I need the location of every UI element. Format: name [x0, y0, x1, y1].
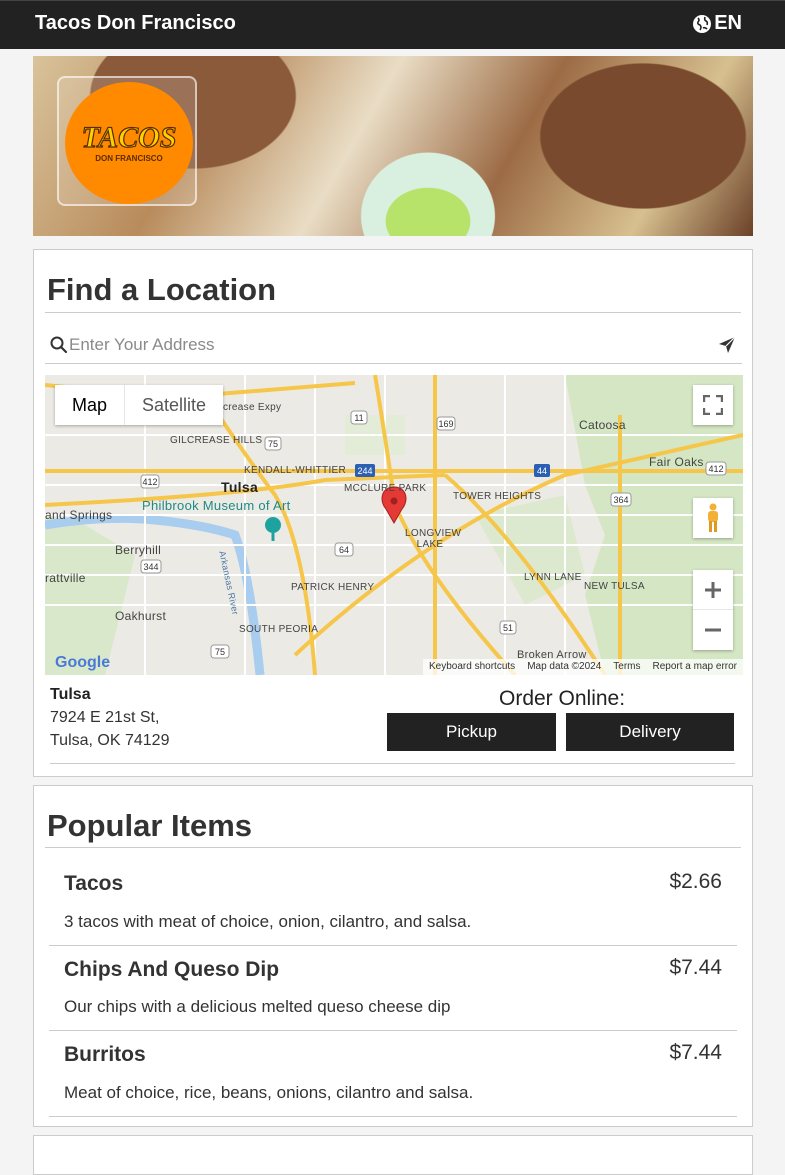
location-map[interactable]: 11 169 75 412 244 44 412 364 64 344 51 7… [45, 375, 743, 675]
top-navbar: Tacos Don Francisco EN [0, 0, 785, 49]
divider [50, 763, 735, 764]
language-selector[interactable]: EN [692, 12, 742, 35]
terms-link[interactable]: Terms [613, 661, 640, 673]
svg-text:412: 412 [142, 477, 157, 487]
svg-text:364: 364 [613, 495, 628, 505]
brand-name[interactable]: Tacos Don Francisco [35, 12, 236, 35]
menu-item-description: Our chips with a delicious melted queso … [64, 997, 451, 1016]
map-label: LYNN LANE [524, 572, 582, 583]
svg-text:75: 75 [215, 647, 225, 657]
map-label: rattville [45, 571, 86, 585]
google-logo[interactable]: Google [55, 654, 110, 672]
fullscreen-icon [703, 395, 723, 415]
restaurant-logo[interactable]: TACOS DON FRANCISCO [65, 82, 193, 204]
menu-item-price: $7.44 [669, 956, 722, 979]
menu-item[interactable]: Chips And Queso Dip $7.44 Our chips with… [49, 956, 737, 1031]
svg-text:169: 169 [438, 419, 453, 429]
map-type-map-button[interactable]: Map [55, 385, 126, 425]
popular-items-panel: Popular Items Tacos $2.66 3 tacos with m… [33, 785, 753, 1127]
map-label: NEW TULSA [584, 581, 645, 592]
map-label: Berryhill [115, 543, 162, 557]
map-label: crease Expy [223, 402, 282, 413]
keyboard-shortcuts-link[interactable]: Keyboard shortcuts [429, 661, 515, 673]
locate-arrow-icon[interactable] [718, 336, 736, 354]
street-view-button[interactable] [693, 498, 733, 538]
report-map-error-link[interactable]: Report a map error [653, 661, 737, 673]
map-label: and Springs [45, 508, 113, 522]
minus-icon [705, 628, 721, 632]
map-label: Tulsa [221, 479, 259, 495]
popular-items-title: Popular Items [47, 808, 252, 843]
divider [45, 312, 741, 313]
map-label: TOWER HEIGHTS [453, 491, 542, 502]
fullscreen-button[interactable] [693, 385, 733, 425]
next-panel [33, 1135, 753, 1175]
map-label: Catoosa [579, 418, 626, 432]
map-label: LONGVIEW LAKE [405, 528, 462, 550]
language-code: EN [714, 12, 742, 34]
location-street: 7924 E 21st St, [50, 709, 160, 726]
svg-text:244: 244 [357, 466, 372, 476]
logo-frame: TACOS DON FRANCISCO [57, 76, 197, 206]
map-label: MCCLURE PARK [344, 483, 427, 494]
menu-item-name: Burritos [64, 1043, 146, 1066]
order-online-label: Order Online: [499, 687, 626, 710]
globe-icon [693, 14, 712, 33]
search-icon [50, 336, 68, 354]
divider [45, 847, 741, 848]
map-label: Fair Oaks [649, 455, 704, 469]
menu-item[interactable]: Tacos $2.66 3 tacos with meat of choice,… [49, 870, 737, 946]
map-label: GILCREASE HILLS [170, 435, 263, 446]
svg-text:75: 75 [268, 439, 278, 449]
zoom-in-button[interactable] [693, 570, 733, 610]
zoom-control [693, 570, 733, 650]
svg-text:44: 44 [537, 466, 547, 476]
map-attribution: Keyboard shortcuts Map data ©2024 Terms … [423, 659, 743, 675]
find-location-title: Find a Location [47, 272, 277, 307]
pickup-button[interactable]: Pickup [387, 713, 556, 751]
svg-text:51: 51 [503, 623, 513, 633]
svg-text:TACOS: TACOS [81, 121, 176, 154]
address-search [45, 326, 742, 364]
find-location-panel: Find a Location Enter Your Address 11 16… [33, 249, 753, 777]
zoom-out-button[interactable] [693, 610, 733, 650]
svg-text:412: 412 [708, 464, 723, 474]
svg-text:DON FRANCISCO: DON FRANCISCO [95, 154, 163, 163]
menu-item-price: $7.44 [669, 1041, 722, 1064]
pegman-icon [708, 503, 718, 532]
map-label: Oakhurst [115, 609, 167, 623]
address-input[interactable] [69, 332, 709, 358]
menu-item[interactable]: Burritos $7.44 Meat of choice, rice, bea… [49, 1041, 737, 1117]
menu-item-name: Tacos [64, 872, 124, 895]
svg-text:344: 344 [143, 562, 158, 572]
svg-text:11: 11 [354, 413, 363, 423]
location-city: Tulsa, OK 74129 [50, 732, 170, 749]
plus-icon [705, 581, 721, 598]
map-label: KENDALL-WHITTIER [244, 465, 347, 476]
location-name: Tulsa [50, 686, 91, 703]
menu-item-price: $2.66 [669, 870, 722, 893]
menu-item-description: 3 tacos with meat of choice, onion, cila… [64, 912, 472, 931]
map-data-text: Map data ©2024 [527, 661, 602, 672]
map-label: Philbrook Museum of Art [142, 498, 291, 513]
map-label: PATRICK HENRY [291, 582, 375, 593]
svg-text:64: 64 [339, 545, 349, 555]
menu-item-name: Chips And Queso Dip [64, 958, 280, 981]
map-type-satellite-button[interactable]: Satellite [125, 385, 223, 425]
menu-item-description: Meat of choice, rice, beans, onions, cil… [64, 1083, 474, 1102]
hero-banner: TACOS DON FRANCISCO [33, 56, 753, 236]
map-type-control: Map Satellite [55, 385, 224, 425]
map-label: SOUTH PEORIA [239, 624, 319, 635]
delivery-button[interactable]: Delivery [566, 713, 734, 751]
